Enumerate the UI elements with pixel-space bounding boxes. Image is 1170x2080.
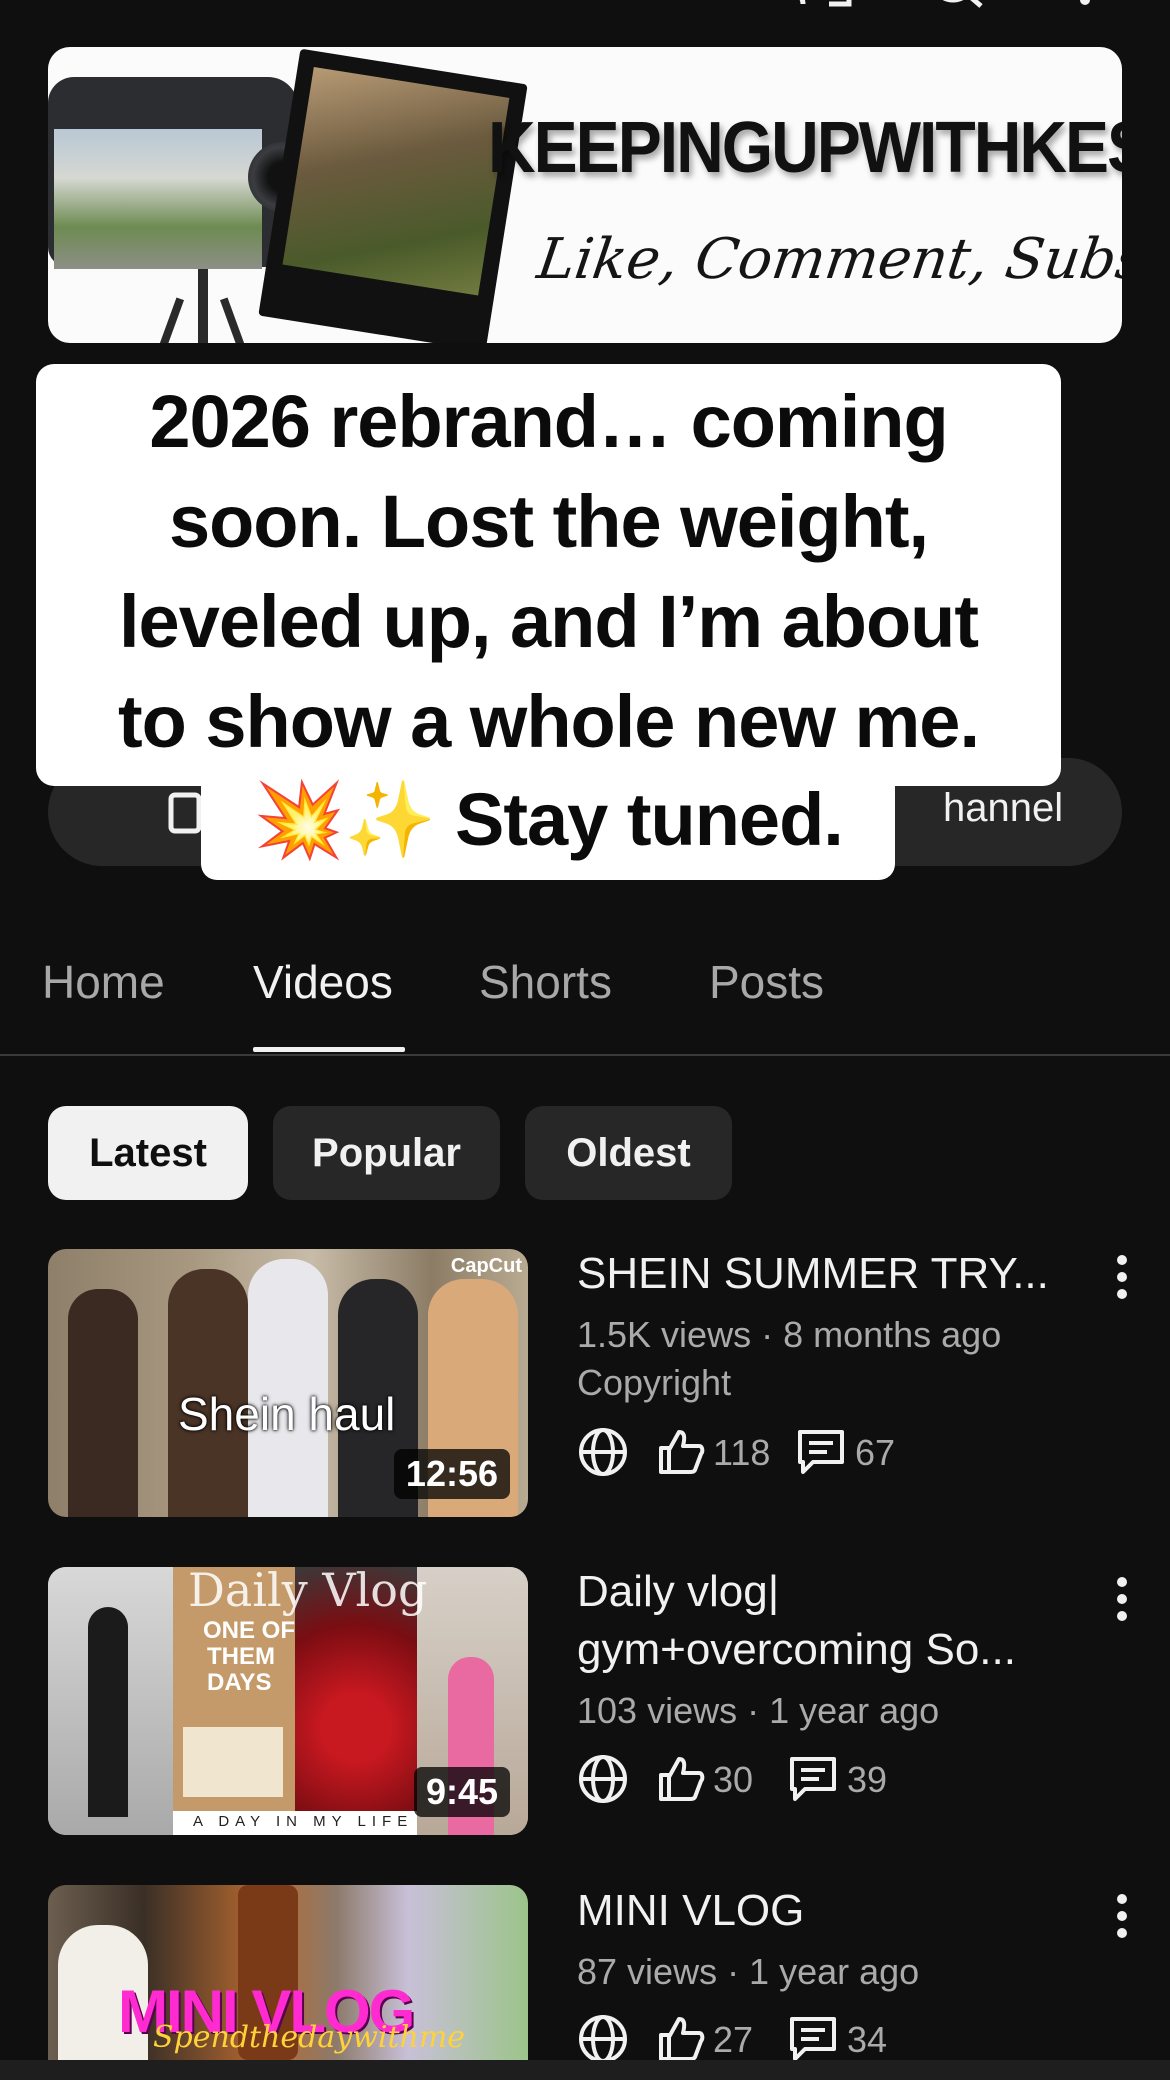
video-thumbnail-2[interactable]: ONE OF THEM DAYS Daily Vlog A DAY IN MY … — [48, 1567, 528, 1835]
video-title-2-line-2[interactable]: gym+overcoming So... — [577, 1621, 1077, 1679]
comment-icon — [787, 1753, 839, 1805]
filter-popular-chip[interactable]: Popular — [273, 1106, 500, 1200]
like-count: 27 — [713, 2019, 754, 2060]
tab-home[interactable]: Home — [42, 955, 165, 1009]
channel-tabs: Home Videos Shorts Posts — [0, 945, 1170, 1055]
video-copyright-1: Copyright — [577, 1362, 732, 1403]
tabs-divider — [0, 1054, 1170, 1056]
comment-count: 34 — [847, 2019, 888, 2060]
video-thumbnail-1[interactable]: CapCut Shein haul 12:56 — [48, 1249, 528, 1517]
video-title-2-line-1[interactable]: Daily vlog| — [577, 1563, 1077, 1621]
like-icon — [655, 1426, 707, 1478]
video-title-1[interactable]: SHEIN SUMMER TRY... — [577, 1245, 1077, 1303]
studio-icon — [168, 792, 202, 834]
channel-action-label: hannel — [943, 786, 1064, 830]
comment-icon — [787, 2013, 839, 2065]
tab-videos[interactable]: Videos — [253, 955, 393, 1009]
comment-count: 67 — [855, 1432, 896, 1473]
like-icon — [655, 2013, 707, 2065]
back-icon[interactable] — [50, 0, 90, 8]
thumb-badge-capcut: CapCut — [450, 1255, 522, 1277]
tab-posts[interactable]: Posts — [709, 955, 824, 1009]
thumb-caption-day-in-my-life: A DAY IN MY LIFE — [193, 1813, 414, 1830]
globe-icon — [577, 2013, 629, 2065]
comment-icon — [795, 1426, 847, 1478]
more-icon[interactable] — [1075, 0, 1095, 8]
filter-latest-chip[interactable]: Latest — [48, 1106, 248, 1200]
like-count: 30 — [713, 1759, 754, 1800]
globe-icon — [577, 1426, 629, 1478]
comment-count: 39 — [847, 1759, 888, 1800]
tab-shorts[interactable]: Shorts — [479, 955, 612, 1009]
channel-banner: KEEPINGUPWITHKESH Like, Comment, Subscri… — [48, 47, 1122, 343]
overlay-line-2: soon. Lost the weight, — [168, 480, 929, 563]
video-duration-badge: 12:56 — [393, 1449, 510, 1499]
overlay-line-3: leveled up, and I’m about — [118, 580, 979, 663]
bottom-navigation-bar — [0, 2060, 1170, 2080]
search-icon[interactable] — [925, 0, 985, 8]
active-tab-indicator — [253, 1047, 405, 1052]
banner-title: KEEPINGUPWITHKESH — [488, 106, 1122, 188]
video-meta-2: 103 views · 1 year ago — [577, 1690, 940, 1731]
thumb-caption-shein-haul: Shein haul — [178, 1388, 396, 1440]
video-options-icon[interactable] — [1112, 1255, 1132, 1299]
overlay-text: 2026 rebrand… coming soon. Lost the weig… — [36, 372, 1061, 772]
overlay-line-4: to show a whole new me. — [117, 680, 980, 763]
thumb-caption-spend-the-day: Spendthedaywithme — [153, 2020, 466, 2055]
video-duration-badge: 9:45 — [413, 1767, 510, 1817]
video-options-icon[interactable] — [1112, 1894, 1132, 1938]
video-thumbnail-3[interactable]: MINI VLOG Spendthedaywithme — [48, 1885, 528, 2060]
filter-oldest-chip[interactable]: Oldest — [525, 1106, 732, 1200]
like-icon — [655, 1753, 707, 1805]
video-title-3[interactable]: MINI VLOG — [577, 1882, 1077, 1940]
video-meta-1: 1.5K views · 8 months ago — [577, 1314, 1002, 1355]
cast-icon[interactable] — [785, 0, 855, 8]
thumb-poster-line-1: ONE OF — [203, 1617, 296, 1644]
overlay-line-1: 2026 rebrand… coming — [149, 380, 948, 463]
like-count: 118 — [713, 1432, 771, 1473]
thumb-poster-line-2: THEM — [207, 1643, 275, 1670]
overlay-last-line: 💥✨ Stay tuned. — [253, 778, 844, 861]
polaroid-photo — [258, 48, 528, 343]
video-options-icon[interactable] — [1112, 1577, 1132, 1621]
banner-tagline: Like, Comment, Subscribe! — [533, 227, 1122, 292]
thumb-caption-daily-vlog: Daily Vlog — [188, 1567, 428, 1617]
thumb-poster-line-3: DAYS — [207, 1669, 272, 1696]
globe-icon — [577, 1753, 629, 1805]
video-meta-3: 87 views · 1 year ago — [577, 1951, 920, 1992]
